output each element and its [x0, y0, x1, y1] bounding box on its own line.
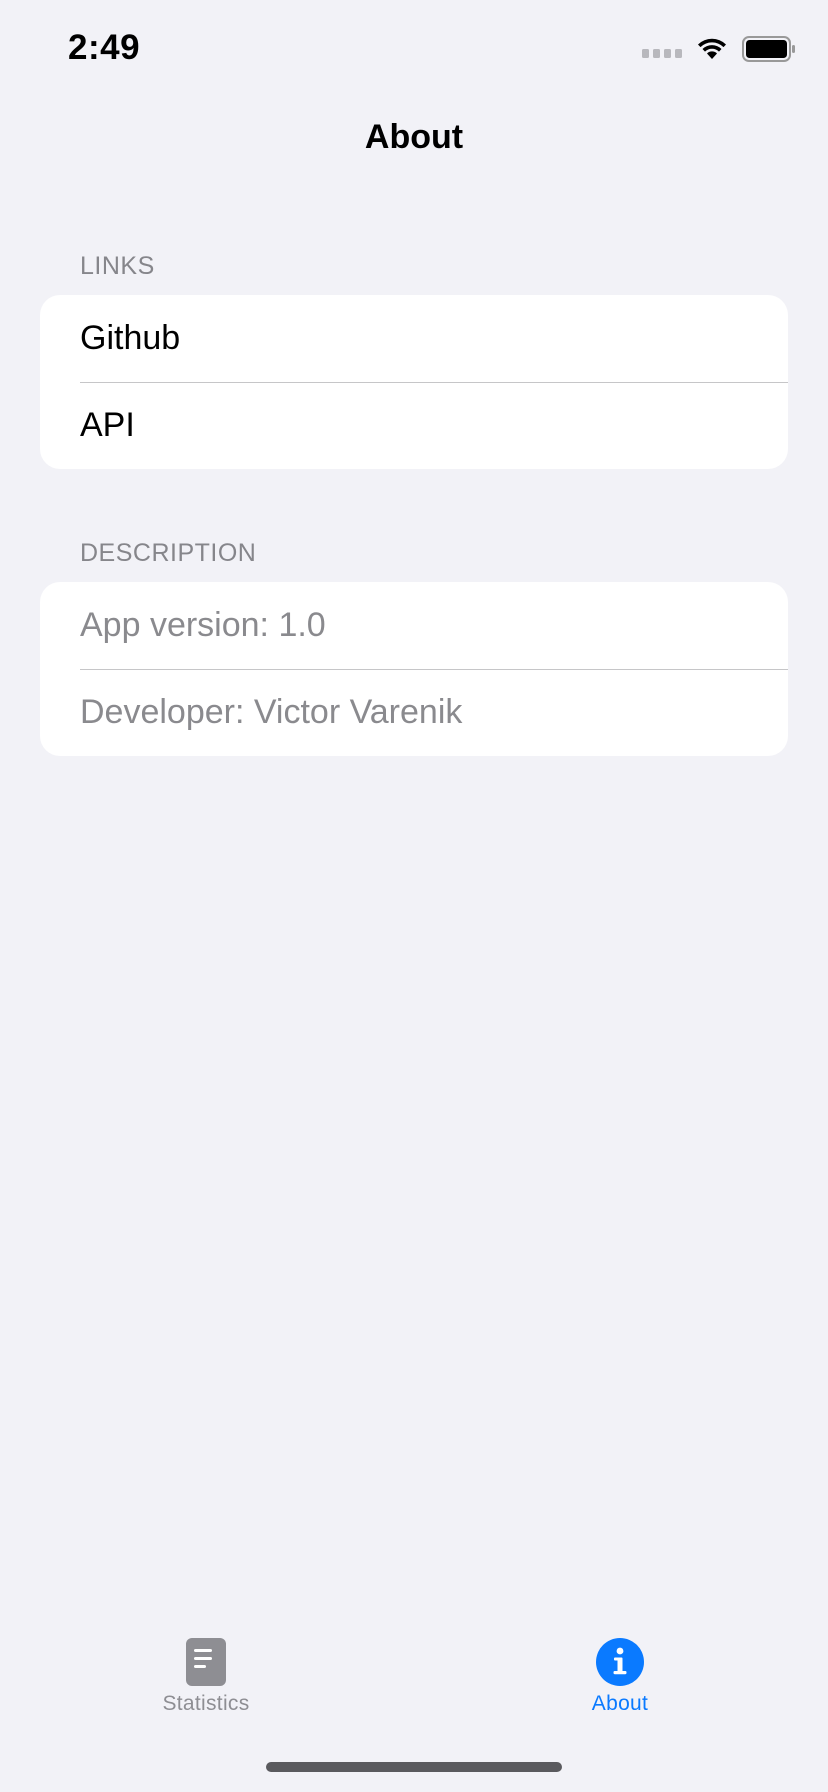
cellular-signal-icon — [642, 48, 682, 58]
description-section-header: DESCRIPTION — [80, 539, 257, 567]
page-title: About — [364, 118, 464, 156]
wifi-icon — [698, 38, 726, 59]
developer-text: Developer: Victor Varenik — [80, 693, 463, 731]
links-group: Github API — [40, 295, 788, 469]
tab-about[interactable]: About — [520, 1638, 720, 1716]
tab-about-label: About — [591, 1692, 649, 1715]
link-api-label: API — [80, 406, 135, 444]
battery-icon — [742, 36, 795, 62]
status-bar: 2:49 — [0, 0, 828, 100]
app-version-text: App version: 1.0 — [80, 606, 326, 644]
developer-row: Developer: Victor Varenik — [40, 669, 788, 756]
info-circle-icon — [596, 1638, 644, 1686]
document-icon — [186, 1638, 226, 1686]
tab-statistics-label: Statistics — [162, 1692, 250, 1715]
tab-statistics[interactable]: Statistics — [106, 1638, 306, 1716]
link-github[interactable]: Github — [40, 295, 788, 382]
app-version-row: App version: 1.0 — [40, 582, 788, 669]
link-github-label: Github — [80, 319, 181, 357]
link-api[interactable]: API — [40, 382, 788, 469]
home-indicator[interactable] — [266, 1762, 562, 1772]
links-section-header: LINKS — [80, 252, 155, 280]
status-icons — [642, 36, 796, 62]
status-time: 2:49 — [68, 28, 141, 67]
description-group: App version: 1.0 Developer: Victor Varen… — [40, 582, 788, 756]
